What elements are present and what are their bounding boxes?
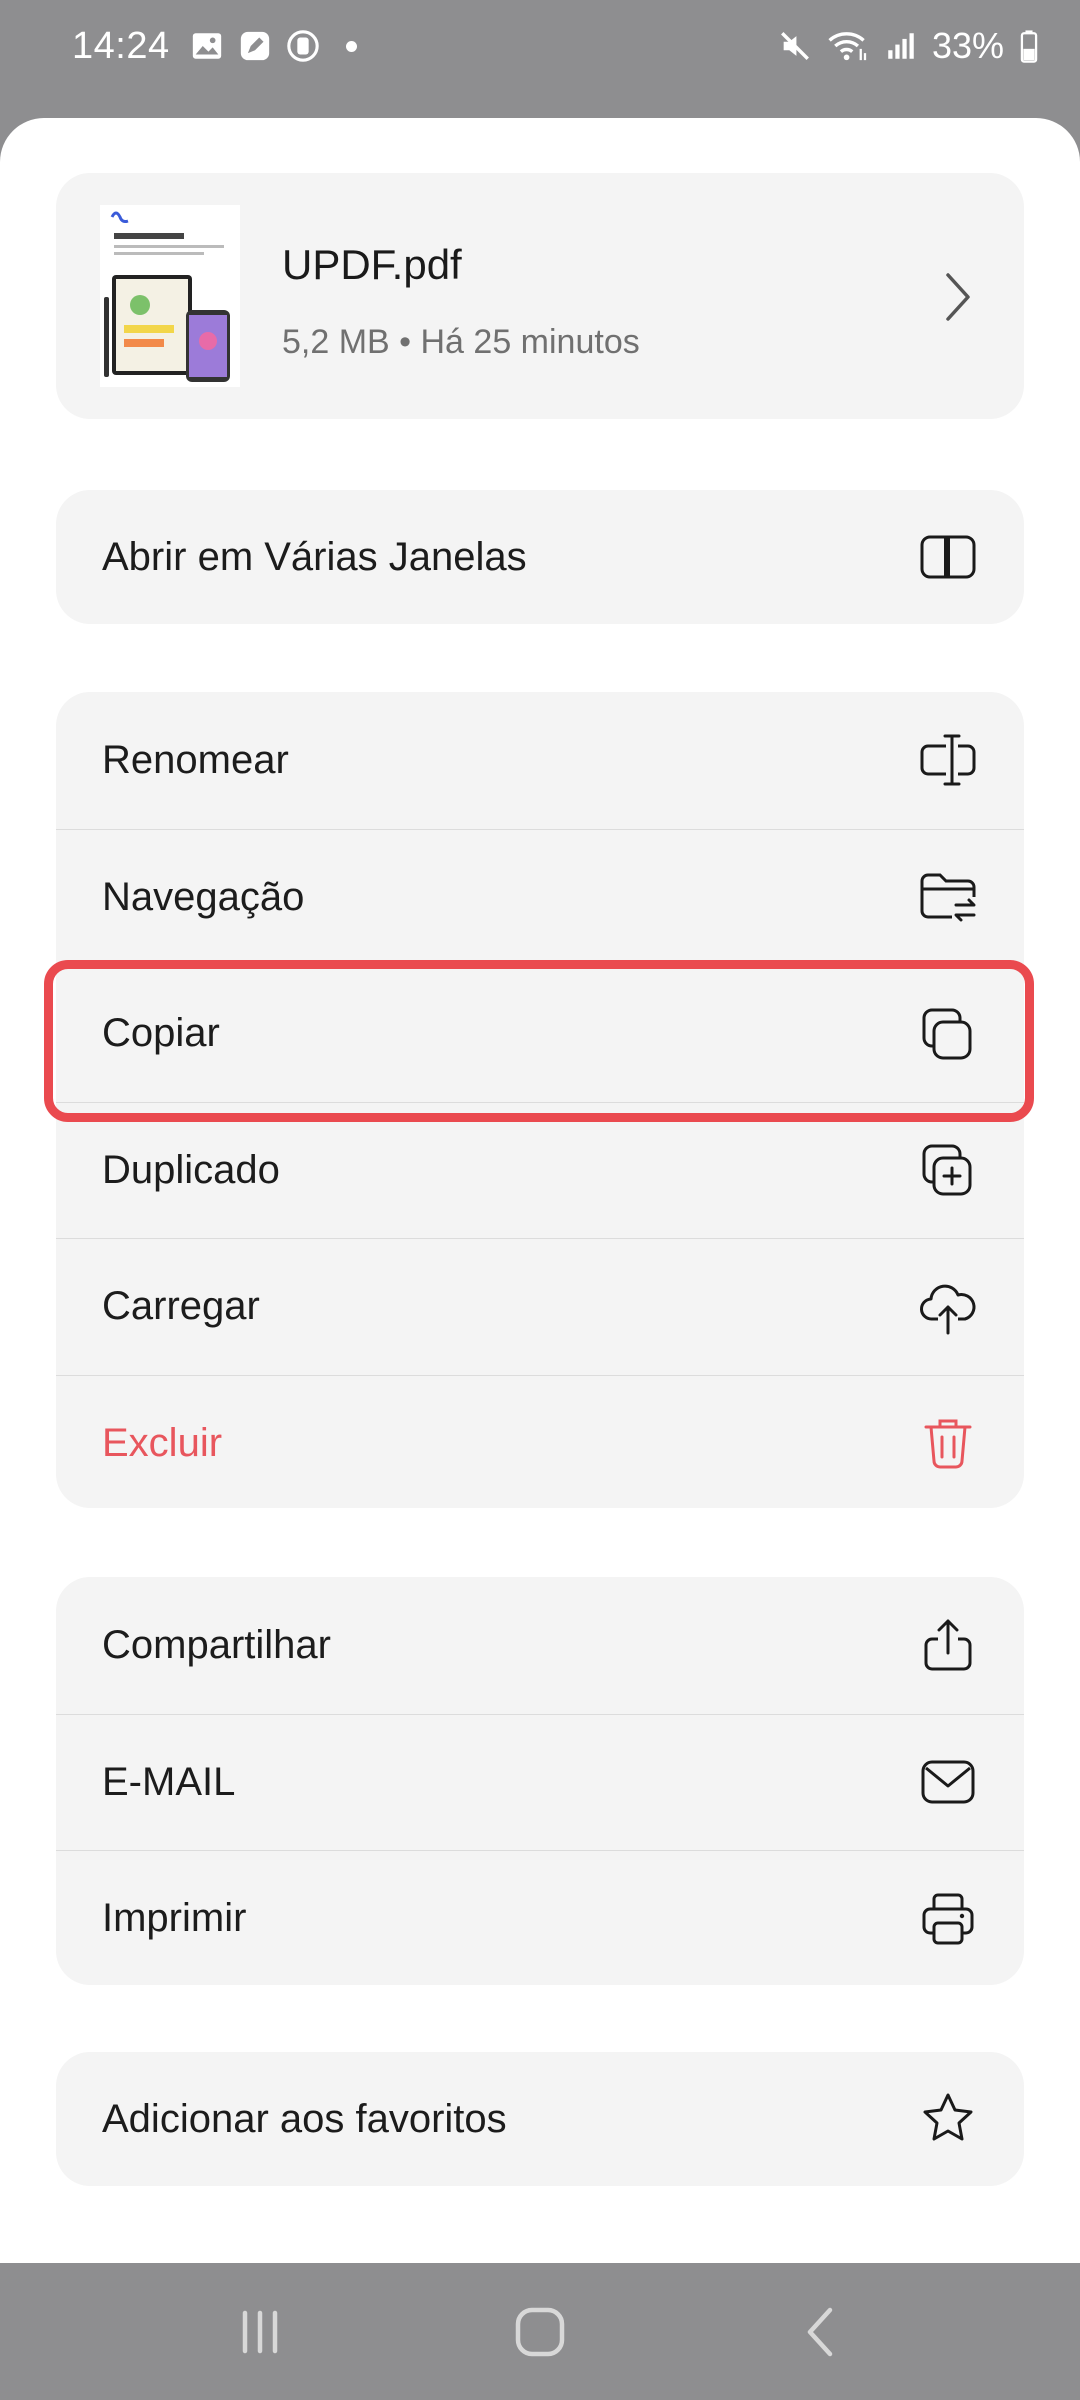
- menu-item-rename[interactable]: Renomear: [56, 692, 1024, 829]
- status-left: 14:24: [72, 25, 357, 68]
- share-actions-card: Compartilhar E-MAIL Imprimir: [56, 1577, 1024, 1985]
- status-bar: 14:24 33%: [0, 0, 1080, 92]
- menu-item-upload[interactable]: Carregar: [56, 1238, 1024, 1375]
- recent-apps-icon: [242, 2310, 278, 2353]
- menu-item-label: Compartilhar: [102, 1622, 331, 1667]
- menu-item-label: Imprimir: [102, 1896, 247, 1941]
- menu-item-label: E-MAIL: [102, 1759, 236, 1804]
- menu-item-share[interactable]: Compartilhar: [56, 1577, 1024, 1714]
- recent-apps-button[interactable]: [215, 2287, 305, 2377]
- menu-item-print[interactable]: Imprimir: [56, 1850, 1024, 1985]
- chevron-right-icon: [946, 273, 970, 321]
- back-button[interactable]: [775, 2287, 865, 2377]
- multi-window-card: Abrir em Várias Janelas: [56, 490, 1024, 624]
- menu-item-label: Carregar: [102, 1284, 260, 1329]
- trash-icon: [918, 1413, 978, 1473]
- notification-dot-icon: [345, 40, 357, 52]
- screen-record-icon: [286, 30, 319, 62]
- menu-item-label: Abrir em Várias Janelas: [102, 534, 527, 579]
- file-info-card[interactable]: UPDF.pdf 5,2 MB • Há 25 minutos: [56, 173, 1024, 419]
- status-right: 33%: [778, 25, 1040, 67]
- signal-icon: [888, 33, 914, 59]
- menu-item-label: Navegação: [102, 874, 305, 919]
- favorite-card: Adicionar aos favoritos: [56, 2052, 1024, 2186]
- menu-item-navigate[interactable]: Navegação: [56, 828, 1024, 966]
- share-icon: [918, 1615, 978, 1675]
- menu-item-label: Duplicado: [102, 1147, 280, 1192]
- gallery-notification-icon: [192, 33, 221, 59]
- print-icon: [918, 1889, 978, 1949]
- menu-item-label: Renomear: [102, 737, 289, 782]
- file-options-sheet: UPDF.pdf 5,2 MB • Há 25 minutos Abrir em…: [0, 118, 1080, 2263]
- menu-item-label: Adicionar aos favoritos: [102, 2096, 507, 2141]
- mute-icon: [780, 32, 809, 60]
- navigation-bar: [0, 2263, 1080, 2400]
- cloud-upload-icon: [918, 1277, 978, 1337]
- menu-item-copy[interactable]: Copiar: [56, 965, 1024, 1102]
- rename-icon: [918, 730, 978, 790]
- file-name: UPDF.pdf: [282, 241, 462, 288]
- copy-icon: [918, 1004, 978, 1064]
- back-icon: [807, 2307, 833, 2356]
- menu-item-multi-window[interactable]: Abrir em Várias Janelas: [56, 490, 1024, 624]
- menu-item-label: Copiar: [102, 1011, 220, 1056]
- menu-item-duplicate[interactable]: Duplicado: [56, 1101, 1024, 1239]
- wifi-icon: [828, 32, 867, 61]
- menu-item-label: Excluir: [102, 1420, 223, 1465]
- battery-percent: 33%: [931, 25, 1004, 66]
- star-icon: [918, 2089, 978, 2149]
- menu-item-email[interactable]: E-MAIL: [56, 1713, 1024, 1851]
- email-icon: [918, 1752, 978, 1812]
- split-window-icon: [918, 527, 978, 587]
- home-button[interactable]: [495, 2287, 585, 2377]
- battery-icon: [1020, 30, 1038, 63]
- duplicate-icon: [918, 1140, 978, 1200]
- pdf-thumbnail: [100, 205, 240, 387]
- file-actions-card: Renomear Navegação Copiar Duplicado Carr…: [56, 692, 1024, 1508]
- status-time: 14:24: [72, 24, 170, 67]
- menu-item-delete[interactable]: Excluir: [56, 1374, 1024, 1509]
- folder-move-icon: [918, 867, 978, 927]
- menu-item-add-favorite[interactable]: Adicionar aos favoritos: [56, 2052, 1024, 2186]
- home-icon: [515, 2307, 565, 2356]
- file-meta: 5,2 MB • Há 25 minutos: [282, 323, 640, 361]
- pen-notification-icon: [240, 31, 269, 61]
